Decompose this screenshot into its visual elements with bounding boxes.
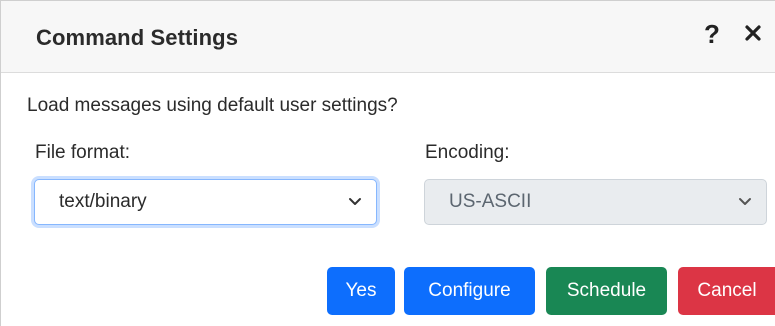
help-icon[interactable]: ? [704, 21, 720, 47]
encoding-label: Encoding: [425, 142, 510, 163]
configure-button[interactable]: Configure [404, 267, 535, 315]
chevron-down-icon [349, 198, 361, 205]
yes-button[interactable]: Yes [327, 267, 395, 315]
dialog-title: Command Settings [36, 25, 239, 50]
cancel-button[interactable]: Cancel [678, 267, 775, 315]
dialog-prompt: Load messages using default user setting… [27, 95, 398, 116]
encoding-select: US-ASCII [424, 179, 767, 225]
schedule-button[interactable]: Schedule [546, 267, 667, 315]
file-format-select[interactable]: text/binary [34, 179, 377, 225]
file-format-value: text/binary [59, 191, 147, 212]
dialog-header: Command Settings ? [1, 1, 775, 73]
chevron-down-icon [739, 198, 751, 205]
file-format-label: File format: [35, 142, 131, 163]
close-icon[interactable] [741, 21, 765, 45]
command-settings-dialog: Command Settings ? Load messages using d… [0, 0, 775, 326]
encoding-value: US-ASCII [449, 191, 532, 212]
